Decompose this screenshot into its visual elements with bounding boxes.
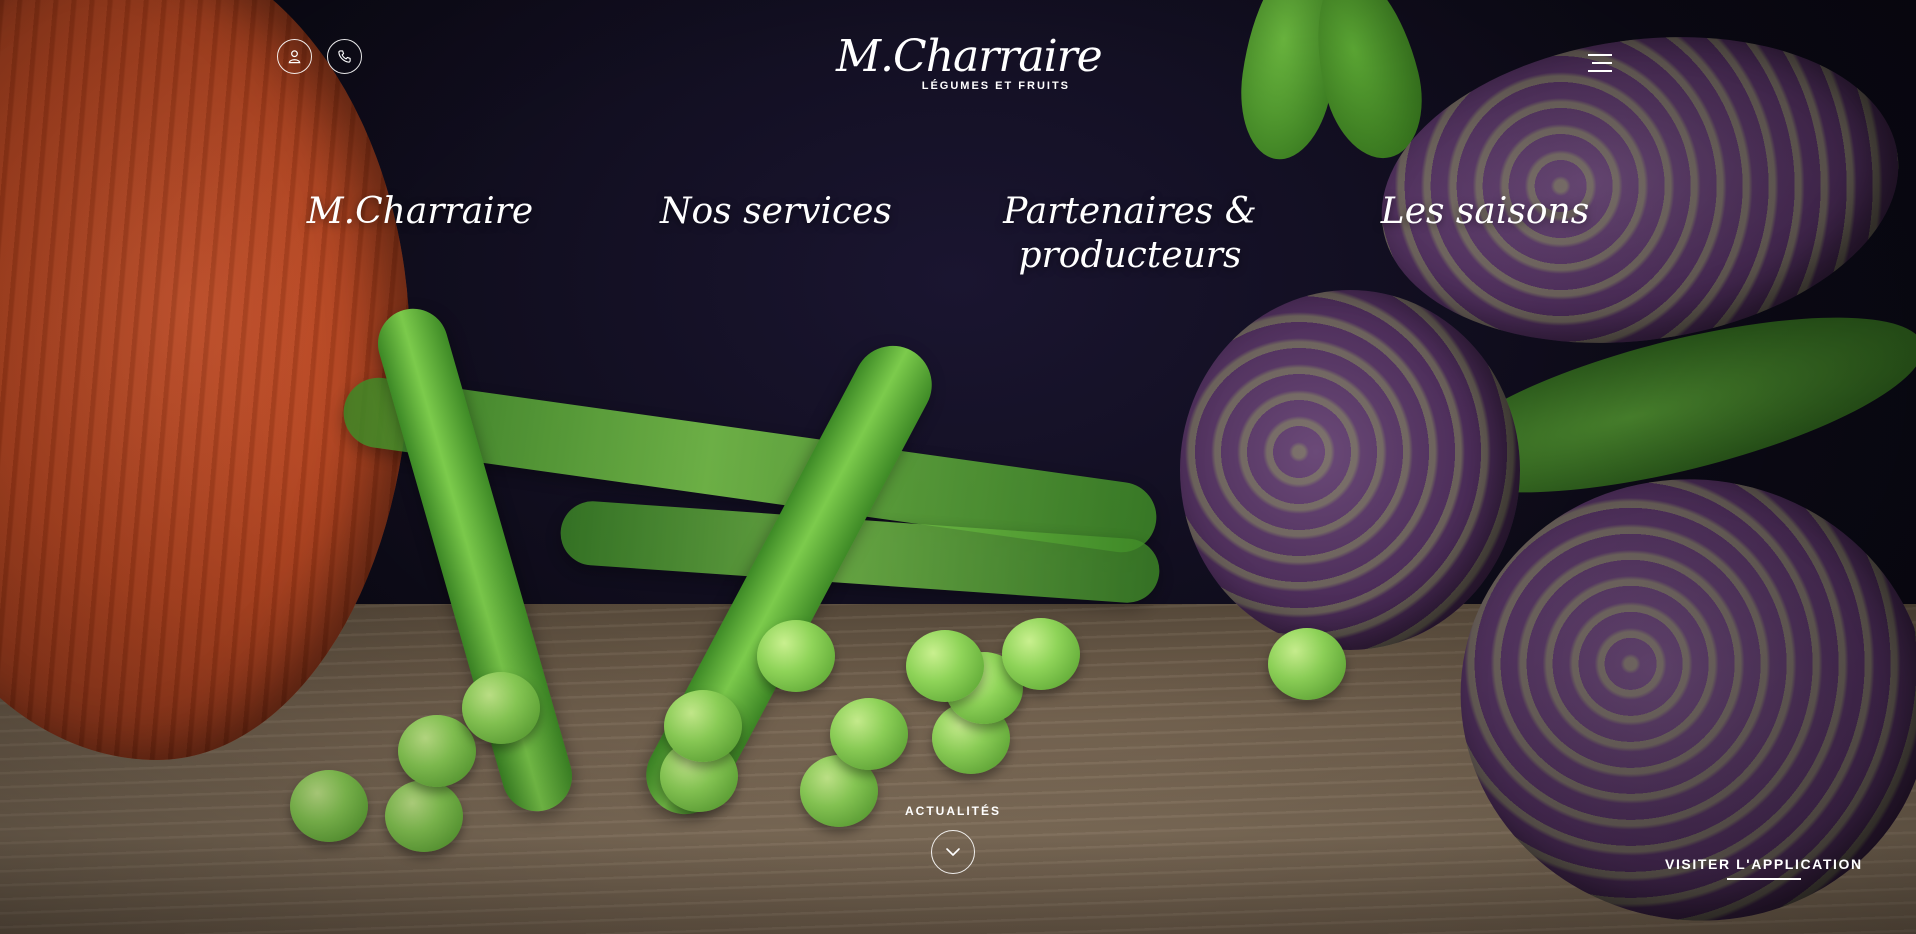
phone-button[interactable]	[327, 39, 362, 74]
pea-image	[830, 698, 908, 770]
brand-logo[interactable]: M.Charraire LÉGUMES ET FRUITS	[836, 31, 1103, 96]
logo-wordmark: M.Charraire	[836, 31, 1103, 82]
visit-app-link[interactable]: VISITER L'APPLICATION	[1665, 856, 1863, 872]
news-scroll-section: ACTUALITÉS	[878, 804, 1028, 874]
nav-link-les-saisons[interactable]: Les saisons	[1380, 190, 1590, 234]
pea-image	[462, 672, 540, 744]
pea-image	[290, 770, 368, 842]
pea-image	[385, 780, 463, 852]
pea-image	[906, 630, 984, 702]
account-button[interactable]	[277, 39, 312, 74]
pea-image	[1002, 618, 1080, 690]
menu-line	[1588, 54, 1612, 56]
pea-image	[664, 690, 742, 762]
nav-link-m-charraire[interactable]: M.Charraire	[300, 190, 540, 234]
link-underline	[1727, 878, 1801, 880]
chevron-down-icon	[946, 848, 960, 856]
nav-link-partenaires-producteurs[interactable]: Partenaires & producteurs	[1000, 190, 1260, 278]
artichoke-image	[1180, 290, 1520, 650]
pea-image	[398, 715, 476, 787]
pea-image	[1268, 628, 1346, 700]
user-icon	[288, 50, 301, 64]
scroll-down-button[interactable]	[931, 830, 975, 874]
nav-link-nos-services[interactable]: Nos services	[660, 190, 892, 234]
hamburger-menu-icon[interactable]	[1588, 52, 1612, 72]
news-link[interactable]: ACTUALITÉS	[878, 804, 1028, 818]
menu-line	[1592, 62, 1612, 64]
menu-line	[1588, 70, 1612, 72]
hero-section: M.Charraire LÉGUMES ET FRUITS M.Charrair…	[0, 0, 1916, 934]
pea-image	[757, 620, 835, 692]
phone-icon	[338, 50, 351, 63]
